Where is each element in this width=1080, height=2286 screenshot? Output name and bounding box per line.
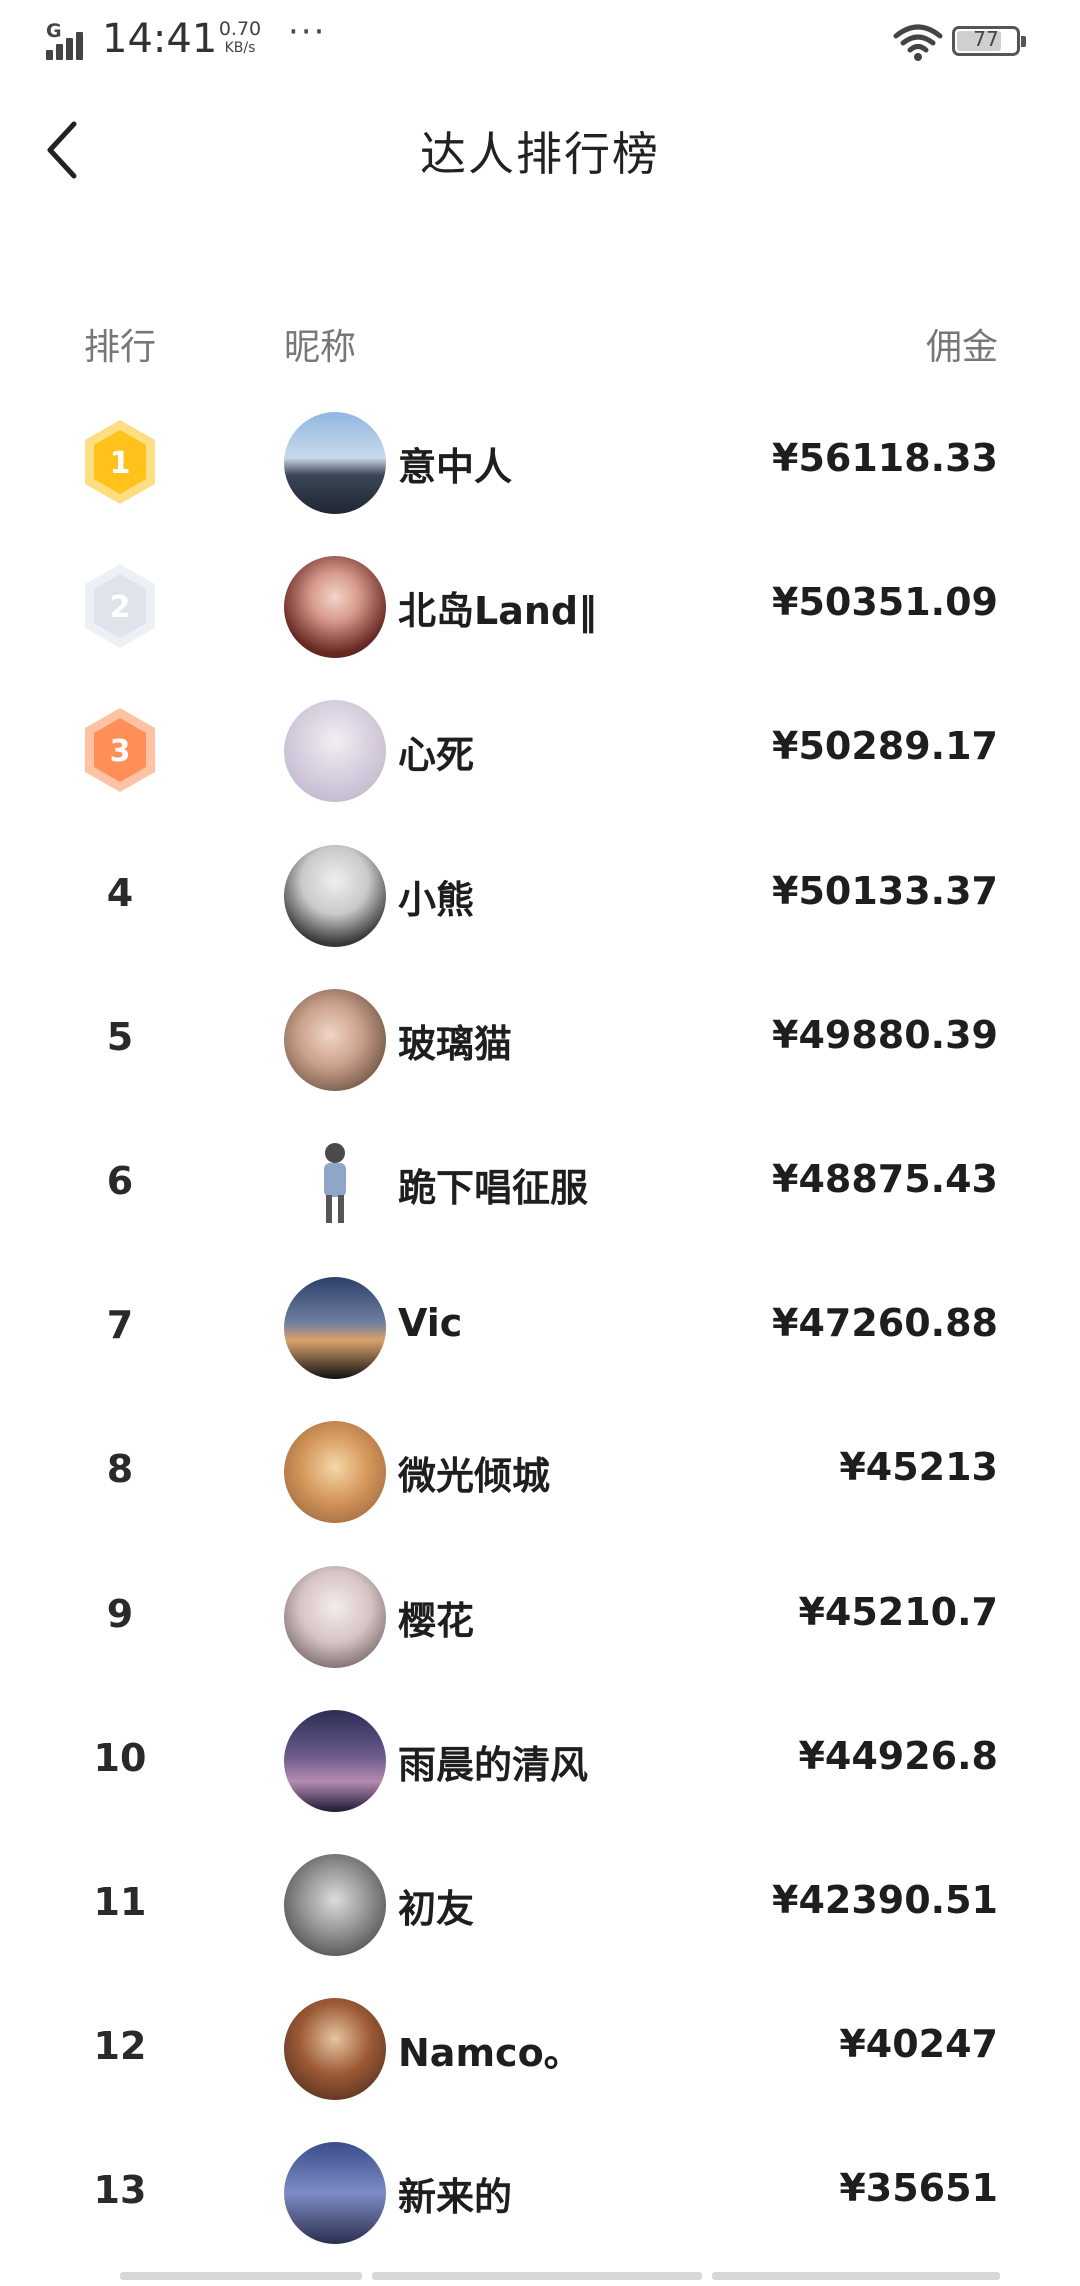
commission-amount: ¥44926.8 [798, 1733, 998, 1778]
rank-cell: 2 [72, 556, 168, 656]
commission-amount: ¥50351.09 [772, 580, 998, 625]
nickname: 心死 [398, 733, 475, 778]
avatar[interactable] [284, 1132, 386, 1235]
ranking-row[interactable]: 2 北岛Land‖ ¥50351.09 [0, 556, 1080, 700]
nickname: 意中人 [398, 445, 513, 489]
avatar[interactable] [284, 1853, 386, 1956]
ranking-row[interactable]: 7 Vic ¥47260.88 [0, 1277, 1080, 1421]
network-speed-value: 0.70 [218, 18, 262, 40]
nickname: 跪下唱征服 [398, 1165, 589, 1210]
ranking-row[interactable]: 4 小熊 ¥50133.37 [0, 844, 1080, 989]
commission-amount: ¥45210.7 [798, 1589, 998, 1634]
rank-cell: 13 [72, 2142, 168, 2242]
rank-number: 2 [109, 590, 131, 626]
column-header-nickname: 昵称 [284, 327, 357, 368]
avatar[interactable] [284, 556, 386, 659]
commission-amount: ¥50289.17 [772, 724, 998, 769]
nickname: Namco。 [398, 2031, 582, 2076]
avatar[interactable] [284, 988, 386, 1091]
avatar[interactable] [284, 2142, 386, 2245]
commission-amount: ¥48875.43 [772, 1156, 998, 1201]
rank-number: 4 [106, 870, 134, 915]
nickname: 北岛Land‖ [398, 589, 598, 634]
rank-cell: 4 [72, 845, 168, 945]
battery-icon: 77 [952, 26, 1026, 56]
bronze-medal-icon: 3 [82, 706, 158, 794]
nickname: 小熊 [398, 877, 475, 922]
rank-number: 5 [106, 1014, 134, 1059]
network-type-label: G [46, 20, 62, 42]
nickname: Vic [398, 1301, 463, 1346]
avatar[interactable] [284, 412, 386, 514]
rank-cell: 6 [72, 1133, 168, 1233]
page-title: 达人排行榜 [420, 127, 660, 181]
rank-number: 10 [93, 1735, 147, 1780]
rank-cell: 9 [72, 1566, 168, 1666]
wifi-icon [893, 22, 943, 62]
rank-cell: 3 [72, 700, 168, 800]
ranking-row[interactable]: 5 玻璃猫 ¥49880.39 [0, 988, 1080, 1133]
rank-number: 3 [109, 734, 131, 770]
nickname: 新来的 [398, 2175, 513, 2220]
nickname: 微光倾城 [398, 1454, 551, 1499]
avatar[interactable] [284, 1421, 386, 1524]
ranking-row[interactable]: 13 新来的 ¥35651 [0, 2142, 1080, 2286]
avatar[interactable] [284, 1565, 386, 1668]
app-header: 达人排行榜 [0, 90, 1080, 210]
avatar[interactable] [284, 1277, 386, 1380]
commission-amount: ¥40247 [839, 2022, 998, 2067]
commission-amount: ¥42390.51 [772, 1877, 998, 1922]
network-speed: 0.70 KB/s [210, 20, 270, 58]
rank-cell: 12 [72, 1998, 168, 2098]
rank-number: 11 [93, 1879, 147, 1924]
ranking-row[interactable]: 3 心死 ¥50289.17 [0, 700, 1080, 844]
status-bar: G 14:41 0.70 KB/s ··· 77 [0, 0, 1080, 90]
battery-level: 77 [973, 27, 999, 51]
commission-amount: ¥50133.37 [772, 868, 998, 913]
ranking-row[interactable]: 12 Namco。 ¥40247 [0, 1998, 1080, 2142]
rank-number: 9 [106, 1591, 134, 1636]
ranking-row[interactable]: 11 初友 ¥42390.51 [0, 1853, 1080, 1998]
rank-number: 7 [106, 1303, 134, 1348]
network-speed-unit: KB/s [224, 40, 256, 56]
nickname: 玻璃猫 [398, 1021, 513, 1066]
ranking-row[interactable]: 1 意中人 ¥56118.33 [0, 412, 1080, 556]
nickname: 雨晨的清风 [398, 1742, 589, 1787]
bottom-tab-bar [120, 2268, 1020, 2280]
status-time: 14:41 [102, 16, 218, 62]
nickname: 初友 [398, 1886, 475, 1931]
rank-cell: 11 [72, 1854, 168, 1954]
rank-cell: 8 [72, 1421, 168, 1521]
column-header-rank: 排行 [84, 327, 157, 368]
commission-amount: ¥45213 [839, 1445, 998, 1490]
rank-number: 8 [106, 1447, 134, 1492]
avatar[interactable] [284, 700, 386, 803]
gold-medal-icon: 1 [82, 418, 158, 506]
more-notifications-icon: ··· [288, 12, 327, 52]
commission-amount: ¥35651 [839, 2166, 998, 2211]
rank-cell: 5 [72, 989, 168, 1089]
rank-number: 6 [106, 1158, 134, 1203]
nickname: 樱花 [398, 1598, 475, 1643]
commission-amount: ¥56118.33 [772, 436, 998, 480]
ranking-list: 1 意中人 ¥56118.33 2 北岛Land‖ ¥50351.09 3 心死 ¥50289.… [0, 412, 1080, 2286]
avatar[interactable] [284, 1998, 386, 2101]
rank-cell: 1 [72, 412, 168, 512]
avatar[interactable] [284, 844, 386, 947]
column-header-commission: 佣金 [925, 327, 998, 368]
rank-cell: 7 [72, 1277, 168, 1377]
rank-number: 12 [93, 2024, 147, 2069]
rank-cell: 10 [72, 1710, 168, 1810]
signal-strength-icon: G [46, 20, 94, 60]
ranking-row[interactable]: 10 雨晨的清风 ¥44926.8 [0, 1709, 1080, 1854]
ranking-row[interactable]: 9 樱花 ¥45210.7 [0, 1565, 1080, 1710]
silver-medal-icon: 2 [82, 562, 158, 650]
commission-amount: ¥47260.88 [772, 1301, 998, 1346]
rank-number: 1 [109, 446, 131, 481]
ranking-row[interactable]: 8 微光倾城 ¥45213 [0, 1421, 1080, 1565]
avatar[interactable] [284, 1709, 386, 1812]
commission-amount: ¥49880.39 [772, 1012, 998, 1057]
rank-number: 13 [93, 2168, 147, 2213]
ranking-row[interactable]: 6 跪下唱征服 ¥48875.43 [0, 1132, 1080, 1277]
